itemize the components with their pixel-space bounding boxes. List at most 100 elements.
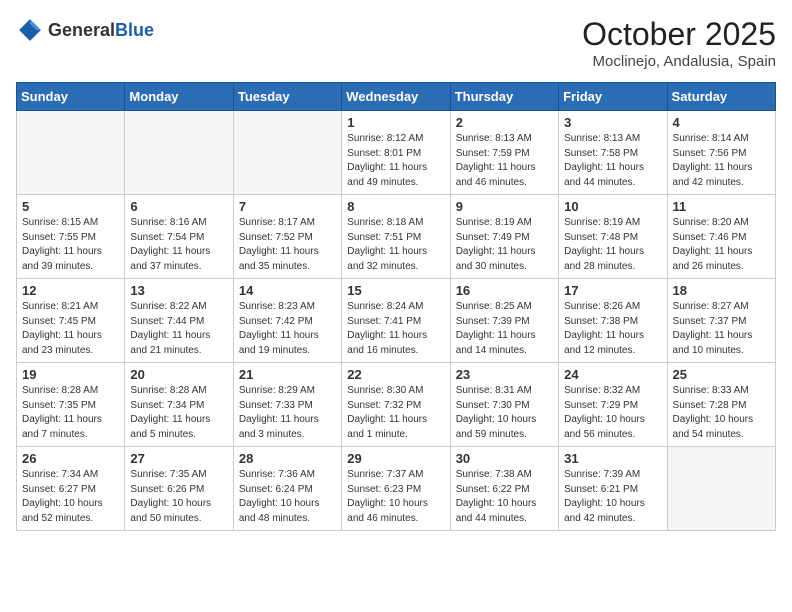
calendar-cell: 7Sunrise: 8:17 AMSunset: 7:52 PMDaylight… <box>233 195 341 279</box>
day-number: 9 <box>456 199 553 214</box>
calendar-cell: 20Sunrise: 8:28 AMSunset: 7:34 PMDayligh… <box>125 363 233 447</box>
logo: GeneralBlue <box>16 16 154 44</box>
calendar-cell: 2 Sunrise: 8:13 AMSunset: 7:59 PMDaylight… <box>450 111 558 195</box>
day-number: 26 <box>22 451 119 466</box>
day-info: Sunrise: 8:26 AMSunset: 7:38 PMDaylight:… <box>564 300 661 358</box>
day-number: 8 <box>347 199 444 214</box>
day-info: Sunrise: 8:28 AMSunset: 7:34 PMDaylight:… <box>130 384 227 442</box>
day-info: Sunrise: 8:33 AMSunset: 7:28 PMDaylight:… <box>673 384 770 442</box>
calendar-cell: 6Sunrise: 8:16 AMSunset: 7:54 PMDaylight… <box>125 195 233 279</box>
day-number: 22 <box>347 367 444 382</box>
calendar-header-row: SundayMondayTuesdayWednesdayThursdayFrid… <box>17 83 776 111</box>
day-info: Sunrise: 8:15 AMSunset: 7:55 PMDaylight:… <box>22 216 119 274</box>
day-number: 4 <box>673 115 770 130</box>
day-info: Sunrise: 8:16 AMSunset: 7:54 PMDaylight:… <box>130 216 227 274</box>
day-info: Sunrise: 8:13 AMSunset: 7:58 PMDaylight:… <box>564 132 661 190</box>
day-info: Sunrise: 8:21 AMSunset: 7:45 PMDaylight:… <box>22 300 119 358</box>
calendar-cell: 30 Sunrise: 7:38 AMSunset: 6:22 PMDayligh… <box>450 447 558 531</box>
day-number: 28 <box>239 451 336 466</box>
calendar-week-row: 1 Sunrise: 8:12 AMSunset: 8:01 PMDaylight… <box>17 111 776 195</box>
header-wednesday: Wednesday <box>342 83 450 111</box>
day-number: 13 <box>130 283 227 298</box>
day-info: Sunrise: 7:38 AMSunset: 6:22 PMDaylight:… <box>456 468 553 526</box>
day-number: 12 <box>22 283 119 298</box>
calendar-cell: 5 Sunrise: 8:15 AMSunset: 7:55 PMDaylight… <box>17 195 125 279</box>
calendar-cell <box>667 447 775 531</box>
calendar-cell: 11 Sunrise: 8:20 AMSunset: 7:46 PMDayligh… <box>667 195 775 279</box>
day-number: 14 <box>239 283 336 298</box>
calendar-cell: 8 Sunrise: 8:18 AMSunset: 7:51 PMDaylight… <box>342 195 450 279</box>
header-sunday: Sunday <box>17 83 125 111</box>
day-number: 7 <box>239 199 336 214</box>
calendar-cell <box>233 111 341 195</box>
day-number: 25 <box>673 367 770 382</box>
calendar-cell: 24 Sunrise: 8:32 AMSunset: 7:29 PMDayligh… <box>559 363 667 447</box>
day-info: Sunrise: 7:39 AMSunset: 6:21 PMDaylight:… <box>564 468 661 526</box>
day-info: Sunrise: 8:18 AMSunset: 7:51 PMDaylight:… <box>347 216 444 274</box>
calendar-cell: 23 Sunrise: 8:31 AMSunset: 7:30 PMDayligh… <box>450 363 558 447</box>
location-title: Moclinejo, Andalusia, Spain <box>582 53 776 70</box>
day-info: Sunrise: 8:12 AMSunset: 8:01 PMDaylight:… <box>347 132 444 190</box>
calendar-week-row: 12 Sunrise: 8:21 AMSunset: 7:45 PMDayligh… <box>17 279 776 363</box>
day-info: Sunrise: 8:32 AMSunset: 7:29 PMDaylight:… <box>564 384 661 442</box>
calendar-cell: 29 Sunrise: 7:37 AMSunset: 6:23 PMDayligh… <box>342 447 450 531</box>
day-info: Sunrise: 8:28 AMSunset: 7:35 PMDaylight:… <box>22 384 119 442</box>
day-number: 15 <box>347 283 444 298</box>
day-info: Sunrise: 7:34 AMSunset: 6:27 PMDaylight:… <box>22 468 119 526</box>
day-info: Sunrise: 7:37 AMSunset: 6:23 PMDaylight:… <box>347 468 444 526</box>
day-number: 16 <box>456 283 553 298</box>
calendar-cell: 9 Sunrise: 8:19 AMSunset: 7:49 PMDaylight… <box>450 195 558 279</box>
day-number: 30 <box>456 451 553 466</box>
calendar-cell: 10 Sunrise: 8:19 AMSunset: 7:48 PMDayligh… <box>559 195 667 279</box>
calendar-cell: 13 Sunrise: 8:22 AMSunset: 7:44 PMDayligh… <box>125 279 233 363</box>
header-tuesday: Tuesday <box>233 83 341 111</box>
day-info: Sunrise: 7:36 AMSunset: 6:24 PMDaylight:… <box>239 468 336 526</box>
day-info: Sunrise: 8:29 AMSunset: 7:33 PMDaylight:… <box>239 384 336 442</box>
day-number: 10 <box>564 199 661 214</box>
day-info: Sunrise: 8:22 AMSunset: 7:44 PMDaylight:… <box>130 300 227 358</box>
calendar-cell: 25 Sunrise: 8:33 AMSunset: 7:28 PMDayligh… <box>667 363 775 447</box>
logo-general-text: General <box>48 20 115 40</box>
day-number: 29 <box>347 451 444 466</box>
day-info: Sunrise: 8:14 AMSunset: 7:56 PMDaylight:… <box>673 132 770 190</box>
day-number: 23 <box>456 367 553 382</box>
calendar-cell: 18Sunrise: 8:27 AMSunset: 7:37 PMDayligh… <box>667 279 775 363</box>
calendar-cell: 14Sunrise: 8:23 AMSunset: 7:42 PMDayligh… <box>233 279 341 363</box>
calendar-table: SundayMondayTuesdayWednesdayThursdayFrid… <box>16 82 776 531</box>
calendar-cell: 22Sunrise: 8:30 AMSunset: 7:32 PMDayligh… <box>342 363 450 447</box>
calendar-cell: 3Sunrise: 8:13 AMSunset: 7:58 PMDaylight… <box>559 111 667 195</box>
calendar-cell: 1 Sunrise: 8:12 AMSunset: 8:01 PMDaylight… <box>342 111 450 195</box>
calendar-cell: 16Sunrise: 8:25 AMSunset: 7:39 PMDayligh… <box>450 279 558 363</box>
calendar-cell <box>125 111 233 195</box>
day-number: 18 <box>673 283 770 298</box>
logo-icon <box>16 16 44 44</box>
calendar-cell: 26 Sunrise: 7:34 AMSunset: 6:27 PMDayligh… <box>17 447 125 531</box>
day-info: Sunrise: 8:19 AMSunset: 7:49 PMDaylight:… <box>456 216 553 274</box>
calendar-cell: 12 Sunrise: 8:21 AMSunset: 7:45 PMDayligh… <box>17 279 125 363</box>
month-title: October 2025 <box>582 16 776 53</box>
page-header: GeneralBlue October 2025 Moclinejo, Anda… <box>16 16 776 70</box>
day-info: Sunrise: 8:20 AMSunset: 7:46 PMDaylight:… <box>673 216 770 274</box>
calendar-cell: 15Sunrise: 8:24 AMSunset: 7:41 PMDayligh… <box>342 279 450 363</box>
header-friday: Friday <box>559 83 667 111</box>
logo-blue-text: Blue <box>115 20 154 40</box>
day-number: 11 <box>673 199 770 214</box>
day-number: 31 <box>564 451 661 466</box>
header-monday: Monday <box>125 83 233 111</box>
day-number: 19 <box>22 367 119 382</box>
title-block: October 2025 Moclinejo, Andalusia, Spain <box>582 16 776 70</box>
calendar-cell: 17Sunrise: 8:26 AMSunset: 7:38 PMDayligh… <box>559 279 667 363</box>
day-number: 2 <box>456 115 553 130</box>
day-number: 24 <box>564 367 661 382</box>
calendar-cell: 31 Sunrise: 7:39 AMSunset: 6:21 PMDayligh… <box>559 447 667 531</box>
calendar-cell <box>17 111 125 195</box>
day-info: Sunrise: 8:19 AMSunset: 7:48 PMDaylight:… <box>564 216 661 274</box>
day-number: 5 <box>22 199 119 214</box>
day-info: Sunrise: 8:31 AMSunset: 7:30 PMDaylight:… <box>456 384 553 442</box>
day-number: 1 <box>347 115 444 130</box>
day-info: Sunrise: 8:13 AMSunset: 7:59 PMDaylight:… <box>456 132 553 190</box>
day-number: 21 <box>239 367 336 382</box>
calendar-week-row: 19 Sunrise: 8:28 AMSunset: 7:35 PMDayligh… <box>17 363 776 447</box>
calendar-cell: 27Sunrise: 7:35 AMSunset: 6:26 PMDayligh… <box>125 447 233 531</box>
header-saturday: Saturday <box>667 83 775 111</box>
